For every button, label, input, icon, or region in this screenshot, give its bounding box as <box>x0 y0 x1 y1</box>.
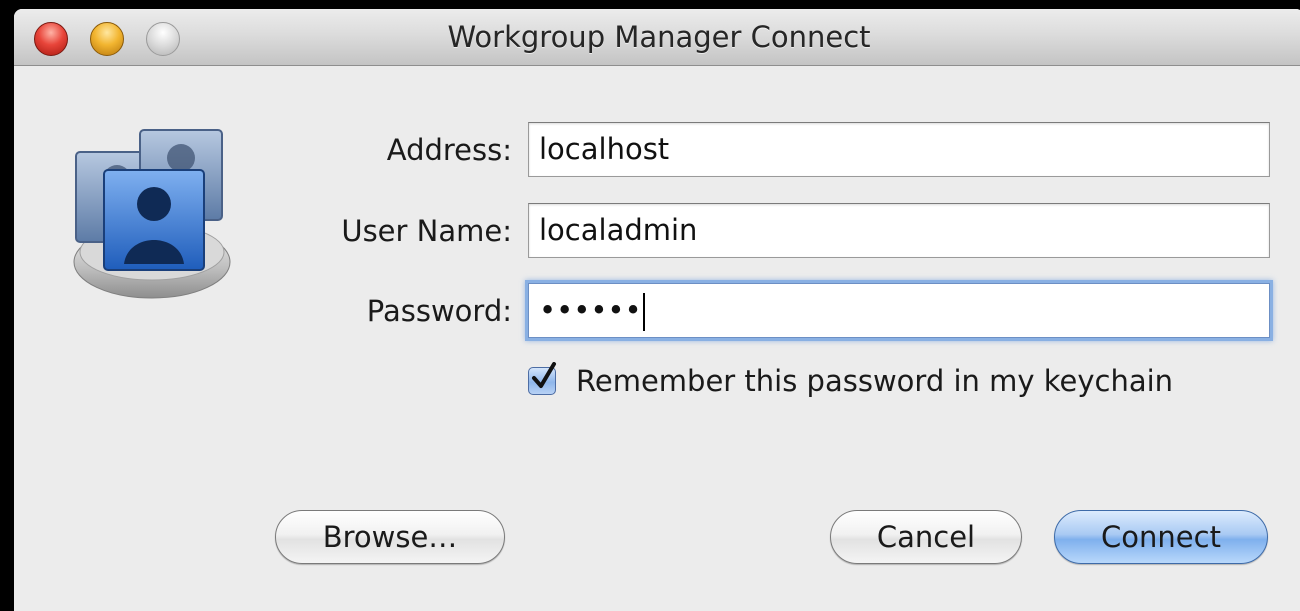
browse-button[interactable]: Browse… <box>275 510 505 564</box>
password-label: Password: <box>366 294 512 328</box>
window-title: Workgroup Manager Connect <box>447 20 871 54</box>
connect-dialog-window: Workgroup Manager Connect Address: local… <box>14 9 1300 611</box>
workgroup-manager-users-icon <box>73 129 231 299</box>
user-name-value: localadmin <box>539 213 698 247</box>
text-caret <box>642 293 645 331</box>
title-bar[interactable]: Workgroup Manager Connect <box>14 9 1300 66</box>
checkmark-icon <box>532 362 556 388</box>
password-field[interactable]: •••••• <box>528 283 1270 338</box>
address-value: localhost <box>539 132 670 166</box>
remember-keychain-label: Remember this password in my keychain <box>576 364 1174 398</box>
user-name-label: User Name: <box>341 214 512 248</box>
user-name-field[interactable]: localadmin <box>528 203 1270 258</box>
connect-button[interactable]: Connect <box>1054 510 1268 564</box>
cancel-button[interactable]: Cancel <box>830 510 1022 564</box>
remember-keychain-checkbox[interactable] <box>528 362 556 395</box>
address-label: Address: <box>386 133 512 167</box>
password-masked-value: •••••• <box>539 293 642 327</box>
address-field[interactable]: localhost <box>528 122 1270 177</box>
